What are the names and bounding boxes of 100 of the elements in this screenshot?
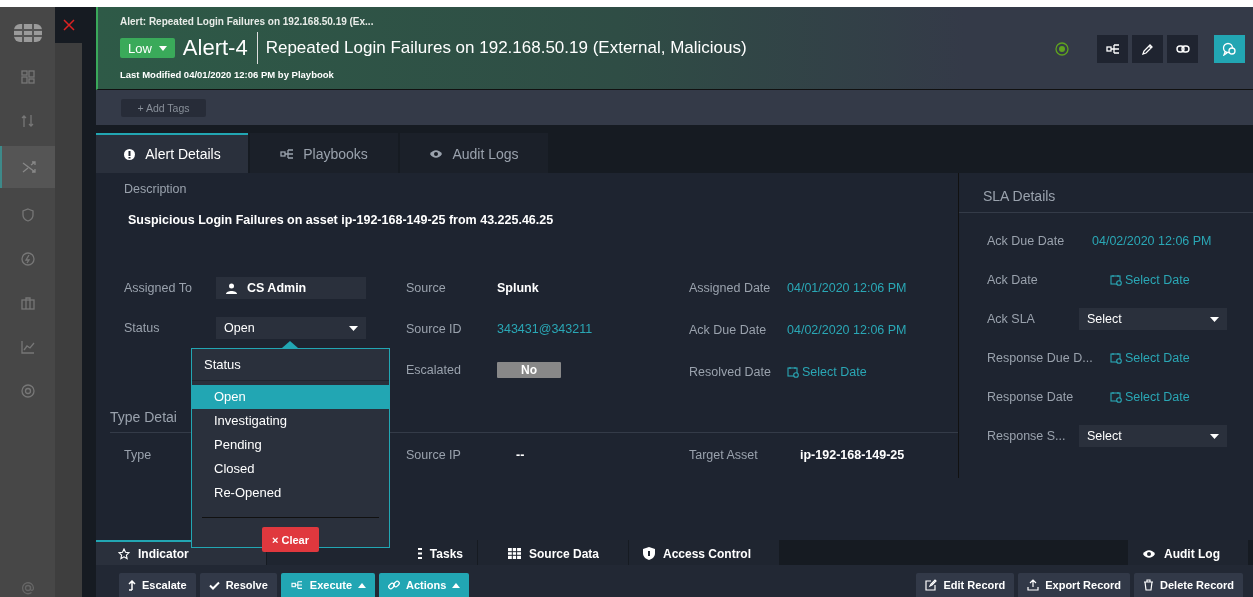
close-icon[interactable] (62, 19, 75, 31)
tab[interactable]: Access Control (629, 540, 779, 565)
menu-option[interactable]: Pending (192, 433, 389, 457)
caret-icon (1210, 316, 1219, 322)
tab[interactable]: Alert Details (96, 133, 248, 173)
flowchart-icon (289, 580, 304, 590)
sort-icon[interactable] (20, 114, 35, 128)
playbook-button[interactable] (1097, 35, 1128, 63)
menu-option[interactable]: Re-Opened (192, 481, 389, 505)
calendar-icon (1110, 391, 1122, 403)
calendar-icon (1110, 274, 1122, 286)
status-indicator-icon (1055, 42, 1069, 56)
tab[interactable]: Source Data (478, 540, 628, 565)
caret-icon (349, 325, 358, 331)
field-value: ip-192-168-149-25 (800, 448, 905, 462)
table-icon (508, 548, 521, 559)
description-label: Description (123, 182, 188, 196)
pencil-icon (1141, 42, 1154, 56)
calendar-icon (787, 366, 799, 378)
briefcase-icon[interactable] (20, 296, 35, 310)
eye-icon (1142, 548, 1156, 559)
date-picker-link[interactable]: Select Date (1110, 390, 1190, 404)
last-modified: Last Modified 04/01/2020 12:06 PM by Playbook (120, 69, 335, 80)
audit-log-tab[interactable]: Audit Log (1128, 540, 1248, 565)
field-link[interactable]: 04/02/2020 12:06 PM (1092, 234, 1212, 248)
menu-heading: Status (192, 349, 389, 381)
chat-icon (1222, 42, 1237, 56)
alert-icon (123, 147, 137, 161)
grid-icon[interactable] (20, 70, 35, 84)
field-label: Ack Due Date (987, 234, 1066, 248)
action-button[interactable]: Resolve (199, 573, 277, 597)
record-action-button[interactable]: Delete Record (1134, 573, 1243, 597)
edit-button[interactable] (1132, 35, 1163, 63)
field-link[interactable]: 343431@343211 (497, 322, 593, 336)
tab[interactable]: Audit Logs (400, 133, 548, 173)
field-link[interactable]: 04/01/2020 12:06 PM (787, 281, 907, 295)
caret-icon (158, 45, 167, 51)
select-field[interactable]: Select (1079, 425, 1227, 447)
field-value: -- (516, 448, 525, 462)
edit-icon (925, 579, 938, 591)
field-link[interactable]: 04/02/2020 12:06 PM (787, 323, 907, 337)
breadcrumb: Alert: Repeated Login Failures on 192.168.50.19 (Ex... (120, 16, 375, 27)
field-label: Source IP (406, 448, 462, 462)
date-picker-link[interactable]: Select Date (1110, 273, 1190, 287)
select-field[interactable]: Select (1079, 308, 1227, 330)
at-sign-icon[interactable] (20, 581, 35, 595)
field-label: Status (124, 321, 161, 335)
record-action-button[interactable]: Edit Record (916, 573, 1015, 597)
field-label: Target Asset (689, 448, 759, 462)
alert-title: Repeated Login Failures on 192.168.50.19 (External, Malicious) (265, 38, 747, 58)
section-heading: SLA Details (959, 178, 1253, 213)
lifebuoy-icon[interactable] (20, 384, 35, 398)
shield-icon[interactable] (20, 208, 35, 222)
bolt-icon[interactable] (20, 252, 35, 266)
field-label: Type (124, 448, 153, 462)
field-label: Response Date (987, 390, 1075, 404)
trash-icon (1143, 579, 1154, 591)
chat-button[interactable] (1214, 35, 1245, 63)
clear-button[interactable]: × Clear (262, 527, 319, 552)
field-value: Splunk (497, 281, 539, 295)
record-action-button[interactable]: Export Record (1018, 573, 1130, 597)
field-label: Source (406, 281, 447, 295)
link-icon (1175, 44, 1190, 54)
calendar-icon (1110, 352, 1122, 364)
check-icon (208, 580, 220, 590)
user-icon (226, 282, 237, 294)
select-field[interactable]: Open (216, 317, 366, 339)
arrow-up-icon (128, 579, 136, 591)
flowchart-icon (280, 148, 295, 160)
description-text: Suspicious Login Failures on asset ip-192-168-149-25 from 43.225.46.25 (127, 212, 555, 227)
link-icon (388, 579, 401, 591)
field-label: Response Due D... (987, 351, 1092, 365)
field-label: Escalated (406, 363, 462, 377)
caret-icon (358, 582, 367, 588)
caret-icon (1210, 433, 1219, 439)
field-label: Assigned Date (689, 281, 772, 295)
field-label: Ack Due Date (689, 323, 768, 337)
chart-icon[interactable] (20, 340, 35, 354)
date-picker-link[interactable]: Select Date (1110, 351, 1190, 365)
field-label: Assigned To (124, 281, 193, 295)
upload-icon (1027, 579, 1040, 591)
tab[interactable]: Playbooks (250, 133, 398, 173)
caret-icon (452, 582, 461, 588)
flowchart-icon (1105, 43, 1120, 55)
field-label: Resolved Date (689, 365, 772, 379)
menu-option[interactable]: Closed (192, 457, 389, 481)
assignee-field[interactable]: CS Admin (216, 277, 366, 299)
escalated-toggle[interactable]: No (497, 362, 561, 378)
star-icon (118, 547, 130, 560)
add-tags-button[interactable]: + Add Tags (121, 98, 206, 117)
field-label: Ack Date (987, 273, 1039, 287)
field-label: Source ID (406, 322, 463, 336)
action-button[interactable]: Escalate (119, 573, 196, 597)
date-picker-link[interactable]: Select Date (787, 365, 867, 379)
menu-option[interactable]: Investigating (192, 409, 389, 433)
list-icon (417, 548, 422, 559)
alert-id: Alert-4 (182, 32, 258, 64)
link-button[interactable] (1167, 35, 1198, 63)
eye-icon (429, 149, 444, 159)
shuffle-icon[interactable] (21, 160, 36, 174)
